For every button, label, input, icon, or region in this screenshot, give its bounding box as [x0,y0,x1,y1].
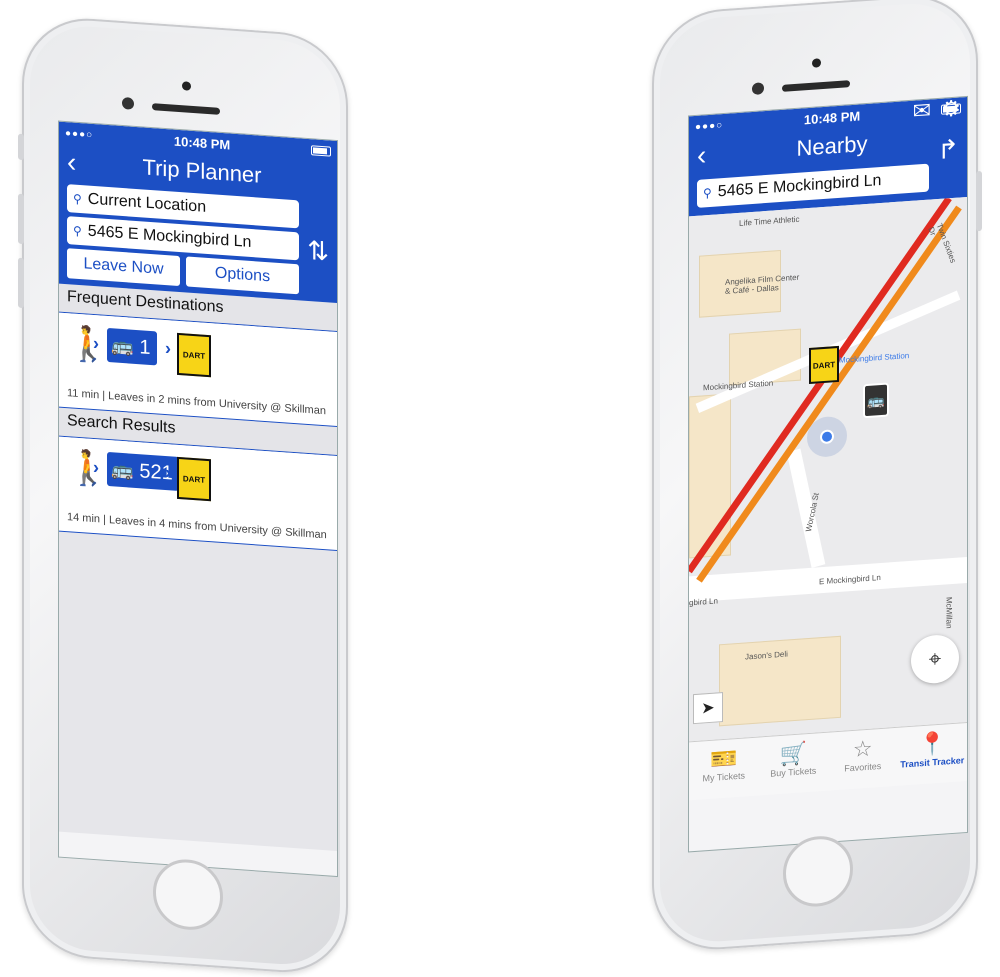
swap-arrows-icon[interactable]: ⇅ [307,235,329,268]
tab-label: My Tickets [702,770,745,784]
compass-arrow-icon[interactable]: ➤ [693,692,723,725]
route-number: 1 [139,335,151,359]
bus-icon: 🚌 [111,334,134,357]
dart-logo-text: DART [182,349,206,361]
dart-logo-icon: DART [177,332,211,378]
walk-icon: 🚶 [67,324,110,366]
volume-down-button [18,257,24,309]
tab-my-tickets[interactable]: 🎫 My Tickets [689,738,759,801]
frequent-trip-row[interactable]: 🚶 › 🚌 1 › DART 11 min | Leaves in 2 mins… [59,312,337,428]
chevron-right-icon: › [93,456,99,478]
search-icon: ⚲ [73,191,82,207]
orange-line [696,205,962,583]
dart-logo-text: DART [812,359,836,371]
back-chevron-icon[interactable]: ‹ [59,146,91,178]
bus-stop-icon[interactable]: 🚌 [863,382,889,419]
chevron-right-icon: › [165,337,171,359]
phone-right: ●●●○ 10:48 PM ‹ Nearby ✉ ⚙ ↱ ⚲ 5465 E Mo… [652,0,982,955]
nearby-header: ●●●○ 10:48 PM ‹ Nearby ✉ ⚙ ↱ ⚲ 5465 E Mo… [689,96,967,217]
result-trip-row[interactable]: 🚶 › 🚌 521 › DART 14 min | Leaves in 4 mi… [59,436,337,552]
mail-icon[interactable]: ✉ [913,97,931,124]
empty-list-area [59,531,337,852]
front-camera [812,58,821,68]
phone-left: ●●●○ 10:48 PM ‹ Trip Planner ⚲ Current L… [18,14,348,977]
dart-logo-icon: DART [177,456,211,502]
walk-icon: 🚶 [67,448,110,490]
mute-switch [18,133,24,161]
tab-label: Favorites [844,760,882,774]
star-icon: ☆ [852,735,873,762]
volume-up-button [18,193,24,245]
search-icon: ⚲ [73,223,82,239]
gear-icon[interactable]: ⚙ [941,96,961,123]
from-value: Current Location [87,190,207,216]
nearby-screen: ●●●○ 10:48 PM ‹ Nearby ✉ ⚙ ↱ ⚲ 5465 E Mo… [688,95,968,853]
route-badge: 🚌 1 [107,327,157,366]
earpiece-speaker [152,103,220,115]
tab-favorites[interactable]: ☆ Favorites [828,728,898,791]
chevron-right-icon: › [93,332,99,354]
dart-logo-text: DART [182,473,206,485]
battery-icon [310,145,331,157]
leave-now-button[interactable]: Leave Now [67,248,180,287]
map-view[interactable]: Life Time Athletic Angelika Film Center … [689,196,967,742]
tab-label: Buy Tickets [770,765,817,779]
to-value: 5465 E Mockingbird Ln [87,222,252,252]
power-button [976,170,982,232]
proximity-sensor [122,96,134,110]
home-button[interactable] [783,833,853,909]
bus-icon: 🚌 [111,458,134,481]
chevron-right-icon: › [165,461,171,483]
cart-icon: 🛒 [779,740,807,768]
tab-buy-tickets[interactable]: 🛒 Buy Tickets [759,733,829,796]
map-label: McMillan [944,596,954,629]
directions-icon[interactable]: ↱ [937,134,959,167]
status-time: 10:48 PM [173,133,231,153]
proximity-sensor [752,82,764,96]
status-time: 10:48 PM [803,107,861,127]
search-icon: ⚲ [703,185,712,201]
ticket-icon: 🎫 [710,745,738,772]
tab-transit-tracker[interactable]: 📍 Transit Tracker [898,723,968,786]
dart-station-icon[interactable]: DART [809,345,839,385]
back-chevron-icon[interactable]: ‹ [689,139,721,171]
signal-icon: ●●●○ [65,127,94,141]
front-camera [182,81,191,91]
options-button[interactable]: Options [186,256,299,295]
earpiece-speaker [782,80,850,92]
signal-icon: ●●●○ [695,119,724,133]
trip-planner-header: ●●●○ 10:48 PM ‹ Trip Planner ⚲ Current L… [59,121,337,304]
trip-planner-screen: ●●●○ 10:48 PM ‹ Trip Planner ⚲ Current L… [58,120,338,878]
